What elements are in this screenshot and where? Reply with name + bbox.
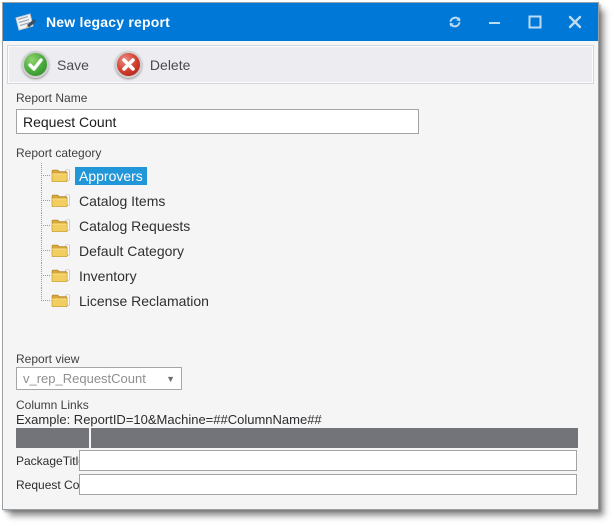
tree-item-label: Approvers	[75, 167, 147, 185]
maximize-icon[interactable]	[522, 9, 548, 35]
save-check-icon	[22, 51, 49, 78]
tree-connector-horizontal	[41, 175, 50, 176]
column-links-example: Example: ReportID=10&Machine=##ColumnNam…	[16, 412, 322, 427]
report-view-value: v_rep_RequestCount	[23, 371, 166, 386]
new-legacy-report-dialog: New legacy report	[2, 2, 599, 510]
report-view-dropdown[interactable]: v_rep_RequestCount ▼	[16, 367, 182, 390]
folder-icon	[51, 293, 70, 308]
tree-connector-horizontal	[41, 225, 50, 226]
tree-item-label: Default Category	[75, 242, 188, 260]
column-link-input-requestcount[interactable]	[79, 474, 577, 495]
tree-item-catalog-items[interactable]: Catalog Items	[16, 188, 316, 213]
toolbar: Save Delete	[7, 45, 594, 84]
tree-item-label: Catalog Items	[75, 192, 169, 210]
delete-button[interactable]: Delete	[115, 51, 190, 78]
save-button[interactable]: Save	[22, 51, 89, 78]
folder-icon	[51, 243, 70, 258]
column-link-input-packagetitle[interactable]	[79, 450, 577, 471]
tree-connector-horizontal	[41, 300, 50, 301]
tree-connector-horizontal	[41, 250, 50, 251]
delete-x-icon	[115, 51, 142, 78]
tree-item-catalog-requests[interactable]: Catalog Requests	[16, 213, 316, 238]
screen: New legacy report	[0, 0, 616, 526]
minimize-icon[interactable]	[482, 9, 508, 35]
tree-item-license-reclamation[interactable]: License Reclamation	[16, 288, 316, 313]
report-name-label: Report Name	[16, 91, 87, 105]
tree-item-label: Inventory	[75, 267, 141, 285]
report-name-input[interactable]	[16, 109, 419, 134]
window-controls	[442, 9, 588, 35]
report-view-label: Report view	[16, 352, 79, 366]
tree-item-label: License Reclamation	[75, 292, 213, 310]
close-icon[interactable]	[562, 9, 588, 35]
window-title: New legacy report	[46, 14, 170, 30]
report-category-label: Report category	[16, 146, 101, 160]
tree-item-default-category[interactable]: Default Category	[16, 238, 316, 263]
tree-item-label: Catalog Requests	[75, 217, 194, 235]
save-label: Save	[57, 57, 89, 73]
report-category-tree: Approvers Catalog Items Catalog Requests De…	[16, 163, 316, 313]
folder-icon	[51, 168, 70, 183]
grid-header-label-column	[16, 428, 89, 448]
tree-connector-horizontal	[41, 275, 50, 276]
refresh-icon[interactable]	[442, 9, 468, 35]
grid-header-link-column	[91, 428, 578, 448]
folder-icon	[51, 193, 70, 208]
report-note-icon	[13, 11, 37, 33]
tree-item-approvers[interactable]: Approvers	[16, 163, 316, 188]
chevron-down-icon: ▼	[166, 374, 175, 384]
folder-icon	[51, 268, 70, 283]
folder-icon	[51, 218, 70, 233]
delete-label: Delete	[150, 57, 190, 73]
title-bar[interactable]: New legacy report	[3, 3, 598, 41]
column-row-label: PackageTitle	[16, 454, 85, 468]
tree-item-inventory[interactable]: Inventory	[16, 263, 316, 288]
tree-connector-horizontal	[41, 200, 50, 201]
column-links-label: Column Links	[16, 398, 89, 412]
